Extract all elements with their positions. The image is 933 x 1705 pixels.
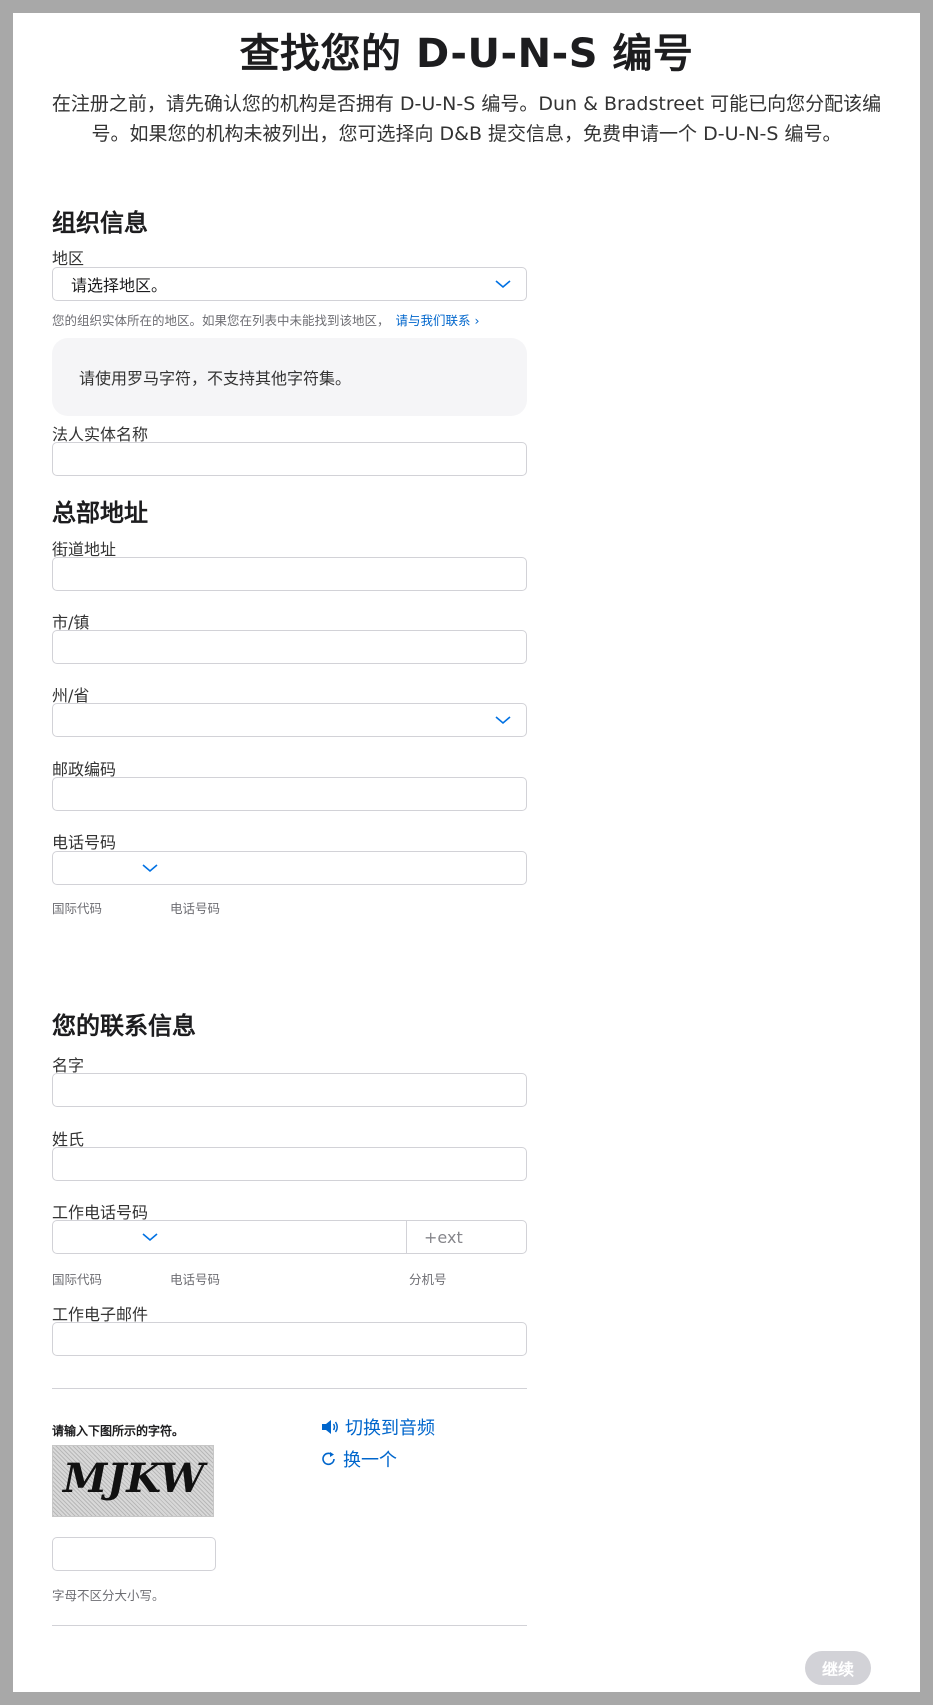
refresh-icon (322, 1452, 335, 1466)
intro-line-1: 在注册之前，请先确认您的机构是否拥有 D-U-N-S 编号。Dun & Brad… (51, 93, 882, 115)
extension-caption: 分机号 (409, 1272, 447, 1287)
chevron-down-icon (142, 1233, 158, 1242)
captcha-input[interactable] (52, 1537, 216, 1571)
intro-text: 在注册之前，请先确认您的机构是否拥有 D-U-N-S 编号。Dun & Brad… (15, 89, 918, 149)
hq-section-heading: 总部地址 (52, 499, 148, 527)
page-title: 查找您的 D-U-N-S 编号 (239, 31, 694, 77)
work-phone-number-input[interactable] (171, 1221, 406, 1253)
work-phone-number-caption: 电话号码 (170, 1272, 221, 1287)
captcha-image: MJKW (52, 1445, 214, 1517)
refresh-captcha-label: 换一个 (343, 1450, 397, 1471)
phone-number-input[interactable] (171, 852, 526, 884)
switch-to-audio-link[interactable]: 切换到音频 (320, 1414, 435, 1440)
region-select[interactable]: 请选择地区。 (52, 267, 527, 301)
divider (52, 1388, 527, 1389)
speaker-icon (322, 1420, 338, 1434)
chevron-down-icon (495, 280, 511, 289)
chevron-down-icon (495, 716, 511, 725)
contact-section-heading: 您的联系信息 (52, 1012, 196, 1040)
chevron-down-icon (142, 864, 158, 873)
first-name-input[interactable] (52, 1073, 527, 1107)
region-hint: 您的组织实体所在的地区。如果您在列表中未能找到该地区， 请与我们联系 › (52, 310, 480, 329)
refresh-captcha-link[interactable]: 换一个 (320, 1446, 397, 1472)
org-section-heading: 组织信息 (52, 209, 148, 237)
street-input[interactable] (52, 557, 527, 591)
extension-input[interactable]: +ext (406, 1221, 526, 1253)
country-code-caption: 国际代码 (52, 901, 103, 916)
work-country-code-select[interactable] (53, 1221, 171, 1253)
work-country-code-caption: 国际代码 (52, 1272, 103, 1287)
page: 查找您的 D-U-N-S 编号 在注册之前，请先确认您的机构是否拥有 D-U-N… (13, 13, 920, 1692)
region-label: 地区 (52, 249, 85, 268)
captcha-glyphs: MJKW (61, 1455, 209, 1502)
legal-name-input[interactable] (52, 442, 527, 476)
last-name-input[interactable] (52, 1147, 527, 1181)
postal-input[interactable] (52, 777, 527, 811)
continue-button[interactable]: 继续 (805, 1651, 871, 1685)
work-email-input[interactable] (52, 1322, 527, 1356)
state-select[interactable] (52, 703, 527, 737)
phone-label: 电话号码 (52, 833, 117, 852)
region-hint-text: 您的组织实体所在的地区。如果您在列表中未能找到该地区， (52, 313, 390, 328)
captcha-hint: 字母不区分大小写。 (52, 1588, 165, 1603)
country-code-select[interactable] (53, 852, 171, 884)
switch-to-audio-label: 切换到音频 (345, 1418, 435, 1439)
intro-line-2: 号。如果您的机构未被列出，您可选择向 D&B 提交信息，免费申请一个 D-U-N… (91, 123, 842, 145)
phone-number-caption: 电话号码 (170, 901, 221, 916)
region-select-value: 请选择地区。 (71, 276, 168, 295)
captcha-text: MJKW (61, 1455, 209, 1502)
divider (52, 1625, 527, 1626)
phone-field (52, 851, 527, 885)
roman-chars-notice: 请使用罗马字符，不支持其他字符集。 (52, 338, 527, 416)
work-phone-field: +ext (52, 1220, 527, 1254)
captcha-prompt: 请输入下图所示的字符。 (52, 1424, 185, 1438)
contact-us-link[interactable]: 请与我们联系 › (396, 313, 480, 328)
city-input[interactable] (52, 630, 527, 664)
